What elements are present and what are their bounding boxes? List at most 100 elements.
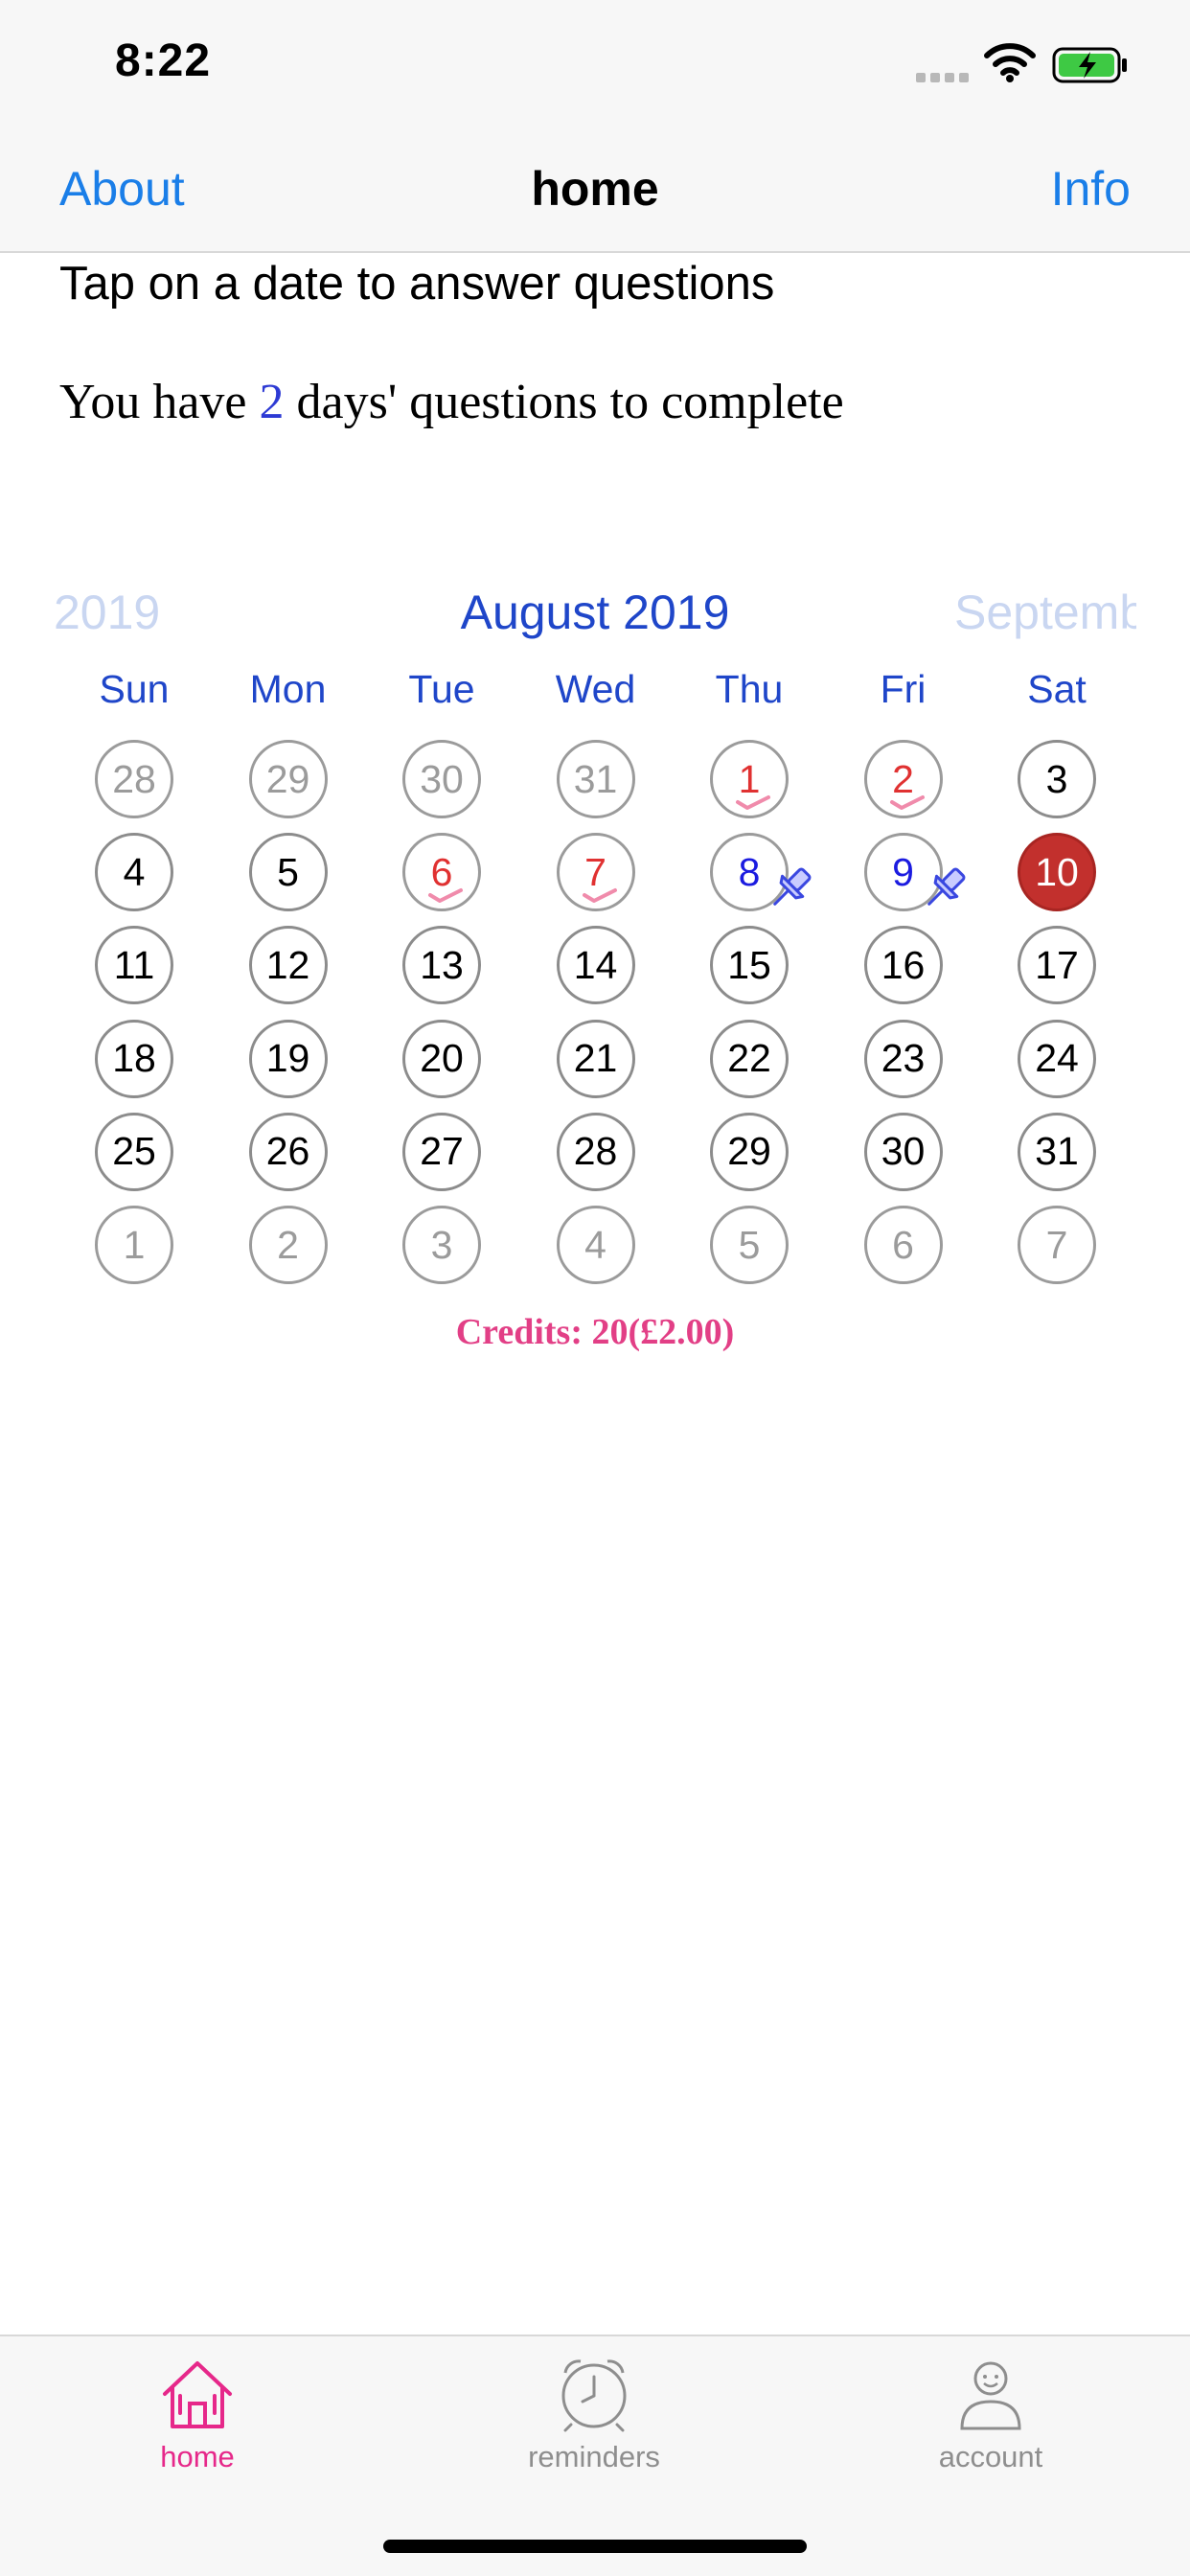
calendar-day[interactable]: 22	[710, 1019, 789, 1098]
calendar-day[interactable]: 3	[1018, 740, 1096, 818]
weekday-header: Sun Mon Tue Wed Thu Fri Sat	[57, 667, 1133, 724]
tab-account[interactable]: account	[866, 2356, 1115, 2474]
day-number: 28	[573, 1129, 618, 1174]
calendar-day[interactable]: 11	[95, 926, 173, 1005]
weekday-label: Sat	[1027, 667, 1087, 711]
day-number: 2	[277, 1222, 299, 1267]
pushpin-icon	[927, 867, 965, 906]
remaining-suffix: days' questions to complete	[284, 375, 844, 429]
tab-reminders-label: reminders	[528, 2440, 660, 2473]
battery-charging-icon	[1052, 47, 1127, 83]
day-number: 31	[573, 756, 618, 801]
day-number: 30	[881, 1129, 926, 1174]
calendar-day: 6	[863, 1206, 943, 1284]
calendar-day[interactable]: 20	[402, 1019, 481, 1098]
calendar-day[interactable]: 26	[248, 1112, 328, 1191]
day-number: 25	[112, 1129, 156, 1174]
weekday-label: Mon	[249, 667, 327, 711]
calendar-day[interactable]: 5	[248, 833, 328, 912]
calendar-day: 1	[95, 1206, 173, 1284]
calendar-day[interactable]: 29	[710, 1112, 789, 1191]
completed-check-icon	[889, 795, 925, 810]
calendar-day[interactable]: 7	[556, 833, 635, 912]
completed-check-icon	[736, 795, 770, 810]
calendar-day[interactable]: 9	[863, 833, 965, 912]
calendar-day[interactable]: 13	[402, 926, 481, 1005]
calendar-day[interactable]: 8	[710, 833, 812, 912]
calendar-day: 28	[95, 740, 173, 818]
day-number: 11	[113, 942, 155, 987]
calendar-day[interactable]: 16	[863, 926, 943, 1005]
next-month-label[interactable]: Septemb	[954, 585, 1136, 640]
month-scroller[interactable]: 2019 August 2019 Septemb	[54, 575, 1136, 652]
day-number: 27	[420, 1129, 464, 1174]
day-number: 3	[1045, 756, 1068, 801]
calendar-day: 29	[248, 740, 328, 818]
info-button[interactable]: Info	[1051, 161, 1131, 217]
calendar-day[interactable]: 31	[1018, 1112, 1096, 1191]
calendar-day[interactable]: 21	[556, 1019, 635, 1098]
day-number: 18	[112, 1036, 156, 1081]
day-number: 22	[727, 1036, 771, 1081]
day-number: 20	[420, 1036, 464, 1081]
tab-home-label: home	[160, 2440, 235, 2473]
calendar-day[interactable]: 12	[248, 926, 328, 1005]
day-number: 29	[727, 1129, 771, 1174]
calendar-day[interactable]: 17	[1018, 926, 1096, 1005]
day-number: 9	[892, 849, 914, 894]
day-number: 16	[881, 942, 926, 987]
calendar-day[interactable]: 1	[710, 740, 789, 818]
calendar-day[interactable]: 2	[863, 740, 943, 818]
calendar-day[interactable]: 6	[402, 833, 481, 912]
day-number: 28	[112, 756, 156, 801]
day-number: 30	[420, 756, 464, 801]
calendar-day[interactable]: 14	[556, 926, 635, 1005]
day-number: 5	[738, 1222, 761, 1267]
calendar-day[interactable]: 15	[710, 926, 789, 1005]
day-number: 13	[420, 942, 464, 987]
credits-text: Credits: 20(£2.00)	[455, 1312, 735, 1352]
day-number: 31	[1035, 1129, 1079, 1174]
weekday-label: Sun	[99, 667, 170, 711]
day-number: 14	[573, 942, 618, 987]
home-indicator	[383, 2540, 807, 2553]
calendar-day[interactable]: 4	[95, 833, 173, 912]
day-number: 17	[1035, 942, 1079, 987]
cellular-signal-icon	[916, 73, 969, 82]
calendar-day: 2	[248, 1206, 328, 1284]
tab-account-label: account	[938, 2440, 1043, 2473]
day-number: 15	[727, 942, 771, 987]
day-number: 4	[584, 1222, 606, 1267]
remaining-days-text: You have 2 days' questions to complete	[59, 374, 844, 430]
completed-check-icon	[582, 888, 617, 904]
tab-reminders[interactable]: reminders	[469, 2356, 719, 2474]
pushpin-icon	[773, 867, 812, 906]
day-number: 10	[1035, 849, 1079, 894]
alarm-clock-icon	[561, 2359, 627, 2432]
calendar-day[interactable]: 28	[556, 1112, 635, 1191]
day-number: 1	[123, 1222, 146, 1267]
wifi-icon	[984, 43, 1036, 82]
calendar-day[interactable]: 24	[1018, 1019, 1096, 1098]
remaining-prefix: You have	[59, 375, 260, 429]
day-number: 19	[265, 1036, 310, 1081]
calendar-day[interactable]: 27	[402, 1112, 481, 1191]
calendar-day: 31	[556, 740, 635, 818]
calendar-day[interactable]: 30	[863, 1112, 943, 1191]
day-number: 12	[265, 942, 310, 987]
calendar-day[interactable]: 19	[248, 1019, 328, 1098]
status-time: 8:22	[115, 35, 212, 86]
tab-home[interactable]: home	[73, 2356, 322, 2474]
calendar-day[interactable]: 25	[95, 1112, 173, 1191]
calendar-day: 5	[710, 1206, 789, 1284]
calendar-day-today[interactable]: 10	[1018, 833, 1096, 912]
calendar-day: 4	[556, 1206, 635, 1284]
day-number: 5	[277, 849, 299, 894]
instruction-text: Tap on a date to answer questions	[59, 258, 775, 310]
weekday-label: Thu	[715, 667, 784, 711]
status-bar: 8:22	[0, 0, 1190, 126]
day-number: 6	[892, 1222, 914, 1267]
calendar-grid: 28 29 30 31 1 2 3 4 5 6 7 8 9 10 11 12 13 14 15 16 17 18 19 20 2…	[57, 740, 1133, 1296]
calendar-day[interactable]: 23	[863, 1019, 943, 1098]
calendar-day[interactable]: 18	[95, 1019, 173, 1098]
